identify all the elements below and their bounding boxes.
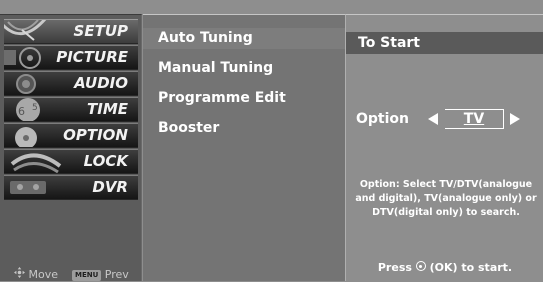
navigation-hint: Move MENU Prev xyxy=(14,267,129,281)
menu-item-manual-tuning[interactable]: Manual Tuning xyxy=(143,58,345,79)
press-suffix: (OK) to start. xyxy=(429,261,513,274)
tab-label-picture: PICTURE xyxy=(56,48,128,66)
tab-label-time: TIME xyxy=(87,100,128,118)
tab-label-audio: AUDIO xyxy=(74,74,128,92)
padlock-icon xyxy=(10,153,62,173)
press-prefix: Press xyxy=(377,261,412,274)
menu-item-label: Manual Tuning xyxy=(158,60,274,76)
menu-item-label: Programme Edit xyxy=(158,90,286,106)
satellite-dish-icon xyxy=(4,20,47,41)
arrow-left-icon[interactable] xyxy=(428,113,438,125)
tab-option[interactable]: OPTION xyxy=(4,123,138,148)
move-arrows-icon xyxy=(14,267,25,278)
tv-menu-screen: SETUP PICTURE AUDIO 6 5 TIME OPTION LOCK… xyxy=(0,0,543,282)
tab-label-lock: LOCK xyxy=(83,152,128,170)
menu-item-auto-tuning[interactable]: Auto Tuning xyxy=(143,28,345,49)
menu-item-label: Booster xyxy=(158,120,220,136)
option-label: Option xyxy=(356,111,409,127)
clock-icon: 6 5 xyxy=(16,98,40,121)
setup-menu-panel: Auto Tuning Manual Tuning Programme Edit… xyxy=(143,14,345,281)
start-hint: Press (OK) to start. xyxy=(346,261,543,274)
category-tab-column: SETUP PICTURE AUDIO 6 5 TIME OPTION LOCK… xyxy=(0,14,142,281)
tab-label-option: OPTION xyxy=(63,126,128,144)
svg-text:5: 5 xyxy=(32,103,38,113)
menu-item-programme-edit[interactable]: Programme Edit xyxy=(143,88,345,109)
svg-text:6: 6 xyxy=(18,105,25,118)
menu-key-icon: MENU xyxy=(72,270,102,281)
panel-title-bar: To Start xyxy=(346,32,543,54)
ok-button-icon xyxy=(415,261,426,271)
option-value: TV xyxy=(463,111,485,127)
recorder-icon xyxy=(10,181,46,194)
tab-time[interactable]: 6 5 TIME xyxy=(4,97,138,122)
option-disc-icon xyxy=(15,127,37,147)
arrow-right-icon[interactable] xyxy=(510,113,520,125)
tab-lock[interactable]: LOCK xyxy=(4,149,138,174)
tab-label-setup: SETUP xyxy=(73,22,128,40)
option-selector[interactable]: Option TV xyxy=(356,107,541,131)
auto-tuning-panel: To Start Option TV Option: Select TV/DTV… xyxy=(345,14,543,281)
speaker-icon xyxy=(16,74,36,94)
panel-title: To Start xyxy=(358,35,421,51)
menu-item-label: Auto Tuning xyxy=(158,30,253,46)
move-hint-label: Move xyxy=(28,268,59,281)
tab-dvr[interactable]: DVR xyxy=(4,175,138,200)
menu-item-booster[interactable]: Booster xyxy=(143,118,345,139)
tab-label-dvr: DVR xyxy=(92,178,128,196)
prev-hint-label: Prev xyxy=(104,268,129,281)
tab-picture[interactable]: PICTURE xyxy=(4,45,138,70)
tab-audio[interactable]: AUDIO xyxy=(4,71,138,96)
option-description: Option: Select TV/DTV(analogue and digit… xyxy=(355,179,537,218)
tab-setup[interactable]: SETUP xyxy=(4,19,138,44)
option-value-box[interactable]: TV xyxy=(445,109,504,129)
